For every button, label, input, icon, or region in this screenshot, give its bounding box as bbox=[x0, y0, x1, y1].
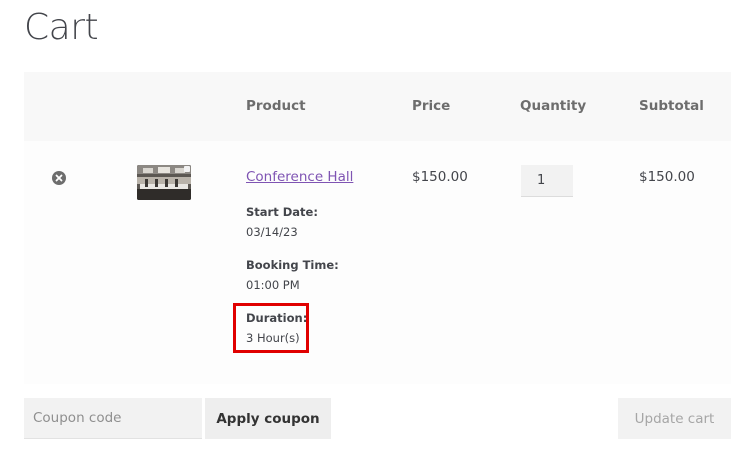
header-price: Price bbox=[412, 98, 451, 114]
update-cart-button[interactable]: Update cart bbox=[618, 398, 731, 439]
cart-item-row: Conference Hall Start Date: 03/14/23 Boo… bbox=[24, 141, 731, 384]
header-product: Product bbox=[246, 98, 306, 114]
booking-time-value: 01:00 PM bbox=[246, 278, 300, 292]
page-title: Cart bbox=[24, 7, 99, 48]
header-quantity: Quantity bbox=[520, 98, 587, 114]
apply-coupon-button[interactable]: Apply coupon bbox=[205, 398, 331, 439]
header-subtotal: Subtotal bbox=[639, 98, 704, 114]
coupon-code-input[interactable] bbox=[24, 398, 202, 439]
cart-table-header: Product Price Quantity Subtotal bbox=[24, 72, 731, 141]
cart-actions: Apply coupon Update cart bbox=[24, 398, 731, 439]
quantity-input[interactable] bbox=[521, 165, 573, 197]
cart-table: Product Price Quantity Subtotal Conferen… bbox=[24, 72, 731, 384]
start-date-label: Start Date: bbox=[246, 205, 318, 219]
remove-item-button[interactable] bbox=[52, 171, 66, 185]
duration-highlight-box bbox=[233, 303, 309, 353]
product-thumbnail[interactable] bbox=[137, 165, 191, 200]
item-price: $150.00 bbox=[412, 169, 468, 185]
close-icon bbox=[55, 174, 63, 182]
product-name-link[interactable]: Conference Hall bbox=[246, 169, 353, 185]
start-date-value: 03/14/23 bbox=[246, 225, 298, 239]
item-subtotal: $150.00 bbox=[639, 169, 695, 185]
booking-time-label: Booking Time: bbox=[246, 258, 339, 272]
conference-room-image bbox=[137, 165, 191, 200]
